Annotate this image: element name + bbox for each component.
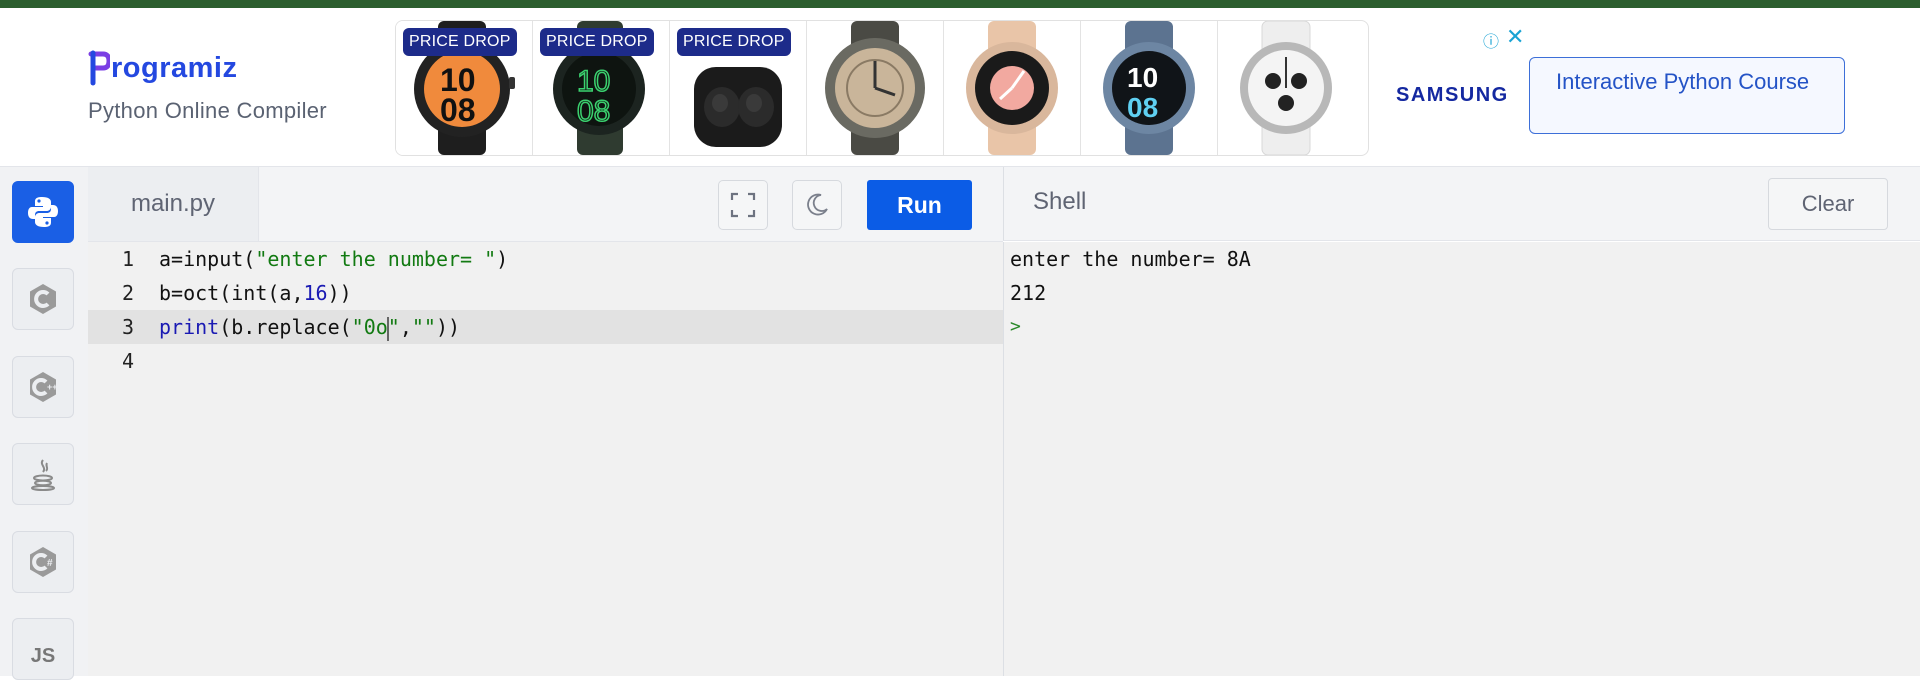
svg-text:10: 10: [1127, 62, 1158, 93]
code-line[interactable]: 1 a=input("enter the number= "): [88, 242, 1003, 276]
code-line[interactable]: 2 b=oct(int(a,16)): [88, 276, 1003, 310]
java-lang-button[interactable]: [12, 443, 74, 505]
ad-product-tile[interactable]: PRICE DROP 10 08: [533, 21, 670, 155]
code-line-active[interactable]: 3 print(b.replace("0o","")): [88, 310, 1003, 344]
ad-product-tile[interactable]: [1218, 21, 1355, 155]
ad-product-tile[interactable]: [944, 21, 1081, 155]
java-icon: [31, 459, 55, 491]
fullscreen-icon: [730, 192, 756, 218]
svg-text:08: 08: [1127, 92, 1158, 123]
python-lang-button[interactable]: [12, 181, 74, 243]
csharp-icon: #: [30, 547, 56, 577]
editor-toolbar: main.py Run: [88, 167, 1003, 242]
run-button[interactable]: Run: [867, 180, 972, 230]
fullscreen-button[interactable]: [718, 180, 768, 230]
price-drop-badge: PRICE DROP: [540, 28, 654, 56]
csharp-lang-button[interactable]: #: [12, 531, 74, 593]
brand[interactable]: rogramiz Python Online Compiler: [88, 50, 327, 124]
language-sidebar: ++ # JS: [0, 167, 89, 680]
ad-product-tile[interactable]: PRICE DROP: [670, 21, 807, 155]
logo-text: rogramiz: [111, 51, 238, 84]
interactive-python-course-button[interactable]: Interactive Python Course: [1529, 57, 1845, 134]
c-icon: [30, 284, 56, 314]
code-line[interactable]: 4: [88, 344, 1003, 378]
site-header: rogramiz Python Online Compiler PRICE DR…: [0, 8, 1920, 167]
js-label: JS: [30, 644, 56, 667]
c-lang-button[interactable]: [12, 268, 74, 330]
cpp-icon: ++: [30, 372, 58, 402]
top-accent-bar: [0, 0, 1920, 8]
shell-output-line: enter the number= 8A: [1010, 247, 1251, 271]
watch-image: [825, 21, 925, 155]
shell-toolbar: Shell Clear: [1003, 167, 1920, 241]
line-number: 4: [121, 349, 134, 373]
file-tab-main-py[interactable]: main.py: [88, 167, 259, 241]
code-text: print(b.replace("0o","")): [159, 315, 461, 341]
svg-text:08: 08: [440, 92, 476, 128]
svg-text:#: #: [47, 558, 53, 569]
shell-output-line: 212: [1010, 281, 1047, 305]
line-number: 2: [121, 281, 134, 305]
site-subtitle: Python Online Compiler: [88, 98, 327, 123]
close-icon[interactable]: ✕: [1506, 24, 1524, 50]
code-editor[interactable]: 1 a=input("enter the number= ") 2 b=oct(…: [88, 242, 1003, 676]
cpp-lang-button[interactable]: ++: [12, 356, 74, 418]
line-number: 1: [121, 247, 134, 271]
price-drop-badge: PRICE DROP: [403, 28, 517, 56]
code-text: b=oct(int(a,16)): [159, 281, 352, 305]
line-number: 3: [121, 315, 134, 339]
shell-output[interactable]: enter the number= 8A 212 >: [1003, 242, 1920, 676]
clear-button[interactable]: Clear: [1768, 178, 1888, 230]
programiz-logo[interactable]: rogramiz: [88, 50, 327, 86]
svg-text:10: 10: [577, 65, 610, 98]
python-icon: [28, 197, 58, 227]
watch-image: [1240, 21, 1332, 155]
watch-image: 10 08: [1103, 21, 1195, 155]
shell-title: Shell: [1033, 188, 1087, 215]
shell-prompt[interactable]: >: [1010, 310, 1021, 344]
watch-image: [966, 21, 1058, 155]
samsung-logo[interactable]: SAMSUNG: [1396, 84, 1509, 107]
code-text: a=input("enter the number= "): [159, 247, 509, 271]
ad-product-tile[interactable]: [807, 21, 944, 155]
ad-product-tile[interactable]: PRICE DROP 10 08: [396, 21, 533, 155]
info-icon[interactable]: ⓘ: [1483, 28, 1499, 52]
svg-text:08: 08: [577, 95, 610, 128]
price-drop-badge: PRICE DROP: [677, 28, 791, 56]
ad-banner[interactable]: PRICE DROP 10 08 PRICE DROP 10 08 PRICE …: [395, 20, 1369, 156]
theme-toggle-button[interactable]: [792, 180, 842, 230]
ad-product-tile[interactable]: 10 08: [1081, 21, 1218, 155]
moon-icon: [807, 193, 828, 216]
js-lang-button[interactable]: JS: [12, 618, 74, 680]
svg-text:++: ++: [47, 382, 58, 392]
programiz-logo-icon: [88, 50, 110, 86]
